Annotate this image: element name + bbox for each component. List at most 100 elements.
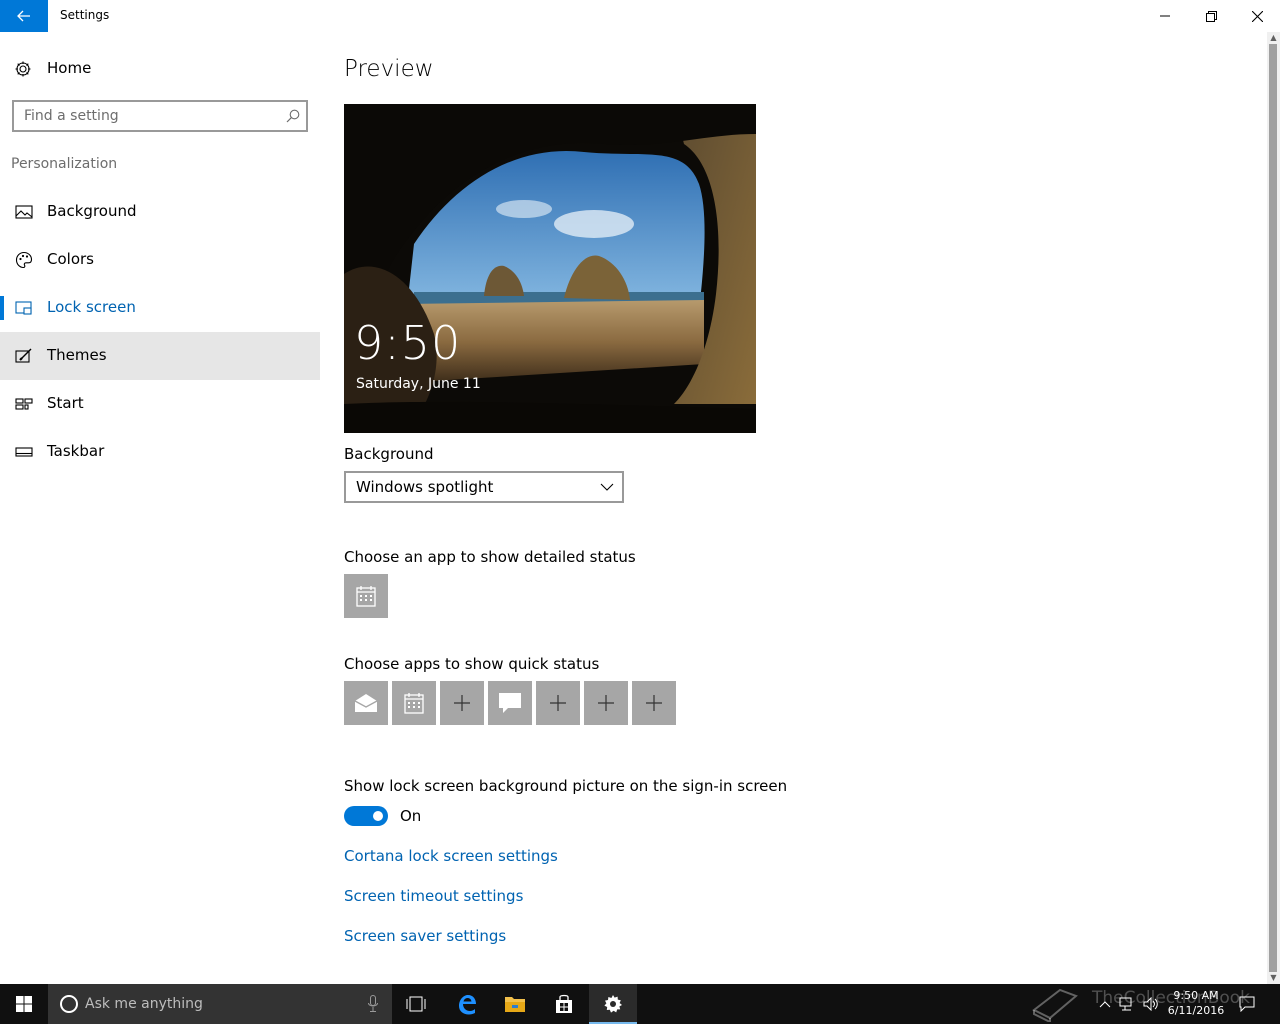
picture-icon bbox=[15, 205, 33, 219]
minimize-icon bbox=[1160, 15, 1170, 17]
signin-picture-label: Show lock screen background picture on t… bbox=[344, 777, 788, 795]
quick-status-add-button[interactable] bbox=[584, 681, 628, 725]
search-icon[interactable] bbox=[286, 109, 300, 123]
taskbar-clock[interactable]: 9:50 AM 6/11/2016 bbox=[1166, 988, 1226, 1018]
chevron-up-icon bbox=[1099, 1001, 1111, 1008]
screen-timeout-link[interactable]: Screen timeout settings bbox=[344, 887, 523, 905]
quick-status-calendar-button[interactable] bbox=[392, 681, 436, 725]
quick-status-mail-button[interactable] bbox=[344, 681, 388, 725]
microphone-icon[interactable] bbox=[368, 995, 378, 1013]
gear-icon bbox=[604, 995, 622, 1013]
task-view-icon bbox=[406, 996, 426, 1012]
main-content: Preview 9:50 Saturday, June 11 Backgroun… bbox=[344, 32, 1244, 984]
palette-icon bbox=[15, 251, 33, 269]
volume-button[interactable] bbox=[1140, 984, 1162, 1024]
task-view-button[interactable] bbox=[392, 984, 440, 1024]
start-icon bbox=[15, 398, 33, 410]
sidebar: Home Personalization Background Colors L… bbox=[0, 32, 320, 984]
nav-label: Taskbar bbox=[47, 442, 105, 460]
quick-status-add-button[interactable] bbox=[536, 681, 580, 725]
folder-icon bbox=[505, 997, 525, 1012]
nav-lock-screen[interactable]: Lock screen bbox=[0, 284, 320, 332]
edge-button[interactable] bbox=[443, 984, 491, 1024]
plus-icon bbox=[646, 695, 662, 711]
page-title: Preview bbox=[344, 56, 434, 82]
scrollbar[interactable]: ▲ ▼ bbox=[1267, 32, 1280, 984]
background-label: Background bbox=[344, 445, 434, 463]
screen-saver-link[interactable]: Screen saver settings bbox=[344, 927, 506, 945]
toggle-state-text: On bbox=[400, 807, 422, 825]
cortana-icon bbox=[60, 995, 78, 1013]
chevron-down-icon bbox=[600, 483, 614, 491]
lock-screen-preview: 9:50 Saturday, June 11 bbox=[344, 104, 756, 433]
nav-label: Background bbox=[47, 202, 137, 220]
restore-button[interactable] bbox=[1188, 0, 1234, 32]
clock-date: 6/11/2016 bbox=[1167, 1004, 1225, 1017]
message-icon bbox=[499, 693, 521, 713]
edge-icon bbox=[459, 995, 476, 1015]
gear-icon bbox=[15, 61, 31, 77]
cortana-lock-screen-link[interactable]: Cortana lock screen settings bbox=[344, 847, 558, 865]
calendar-icon bbox=[404, 693, 424, 714]
taskbar-icon bbox=[15, 447, 33, 457]
mail-icon bbox=[354, 694, 378, 712]
cortana-search-box[interactable]: Ask me anything bbox=[48, 984, 392, 1024]
home-button[interactable]: Home bbox=[0, 48, 320, 88]
home-label: Home bbox=[47, 59, 92, 77]
nav-themes[interactable]: Themes bbox=[0, 332, 320, 380]
close-icon bbox=[1251, 10, 1263, 22]
scroll-thumb[interactable] bbox=[1269, 44, 1277, 972]
window-title: Settings bbox=[60, 8, 110, 22]
network-button[interactable] bbox=[1116, 984, 1138, 1024]
file-explorer-button[interactable] bbox=[491, 984, 539, 1024]
nav-colors[interactable]: Colors bbox=[0, 236, 320, 284]
nav-label: Lock screen bbox=[47, 298, 136, 316]
windows-logo-icon bbox=[16, 996, 32, 1012]
cortana-placeholder: Ask me anything bbox=[85, 996, 203, 1012]
quick-status-label: Choose apps to show quick status bbox=[344, 655, 600, 673]
preview-date: Saturday, June 11 bbox=[356, 376, 481, 392]
action-center-icon bbox=[1239, 996, 1255, 1012]
action-center-button[interactable] bbox=[1234, 984, 1260, 1024]
store-icon bbox=[556, 994, 572, 1013]
plus-icon bbox=[550, 695, 566, 711]
section-title: Personalization bbox=[11, 156, 118, 172]
minimize-button[interactable] bbox=[1142, 0, 1188, 32]
title-bar: Settings bbox=[0, 0, 1280, 32]
show-hidden-icons-button[interactable] bbox=[1094, 984, 1116, 1024]
clock-time: 9:50 AM bbox=[1173, 989, 1219, 1002]
search-input[interactable] bbox=[14, 102, 274, 130]
store-button[interactable] bbox=[540, 984, 588, 1024]
preview-time: 9:50 bbox=[354, 316, 462, 370]
background-dropdown[interactable]: Windows spotlight bbox=[344, 471, 624, 503]
nav-background[interactable]: Background bbox=[0, 188, 320, 236]
nav-taskbar[interactable]: Taskbar bbox=[0, 428, 320, 476]
settings-search bbox=[12, 100, 308, 132]
back-button[interactable] bbox=[0, 0, 48, 32]
nav-label: Start bbox=[47, 394, 84, 412]
book-watermark-icon bbox=[1032, 988, 1078, 1022]
selection-indicator bbox=[0, 296, 4, 320]
settings-taskbar-button[interactable] bbox=[589, 984, 637, 1024]
calendar-icon bbox=[356, 586, 376, 607]
toggle-knob bbox=[373, 811, 383, 821]
lock-screen-icon bbox=[15, 301, 32, 315]
nav-label: Colors bbox=[47, 250, 94, 268]
dropdown-value: Windows spotlight bbox=[356, 478, 494, 496]
quick-status-add-button[interactable] bbox=[632, 681, 676, 725]
scroll-up-icon[interactable]: ▲ bbox=[1269, 34, 1278, 42]
nav-start[interactable]: Start bbox=[0, 380, 320, 428]
detailed-status-app-button[interactable] bbox=[344, 574, 388, 618]
start-button[interactable] bbox=[0, 984, 48, 1024]
taskbar: Ask me anything TheCollectionBook 9:50 A… bbox=[0, 984, 1280, 1024]
signin-picture-toggle[interactable] bbox=[344, 806, 388, 826]
scroll-down-icon[interactable]: ▼ bbox=[1269, 974, 1278, 982]
themes-icon bbox=[15, 348, 32, 363]
detailed-status-label: Choose an app to show detailed status bbox=[344, 548, 636, 566]
volume-icon bbox=[1143, 997, 1158, 1011]
plus-icon bbox=[598, 695, 614, 711]
plus-icon bbox=[454, 695, 470, 711]
quick-status-add-button[interactable] bbox=[440, 681, 484, 725]
close-button[interactable] bbox=[1234, 0, 1280, 32]
quick-status-messaging-button[interactable] bbox=[488, 681, 532, 725]
